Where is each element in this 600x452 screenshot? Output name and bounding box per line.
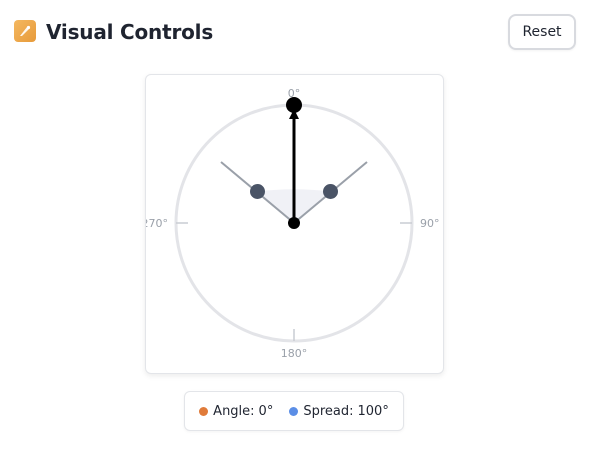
label-180-deg: 180° bbox=[281, 347, 308, 360]
label-90-deg: 90° bbox=[420, 217, 440, 230]
header: Visual Controls Reset bbox=[14, 14, 576, 50]
legend: Angle: 0° Spread: 100° bbox=[184, 391, 404, 431]
angle-label: Angle: bbox=[213, 403, 255, 419]
angle-dot bbox=[199, 406, 209, 416]
spread-value: 100° bbox=[357, 403, 389, 419]
spread-legend-item: Spread: 100° bbox=[289, 404, 389, 419]
reset-button[interactable]: Reset bbox=[508, 14, 576, 50]
visual-controls-page: Visual Controls Reset 0° 90° 180° 270° bbox=[0, 0, 600, 452]
dial-svg: 0° 90° 180° 270° bbox=[146, 87, 440, 360]
angle-value: 0° bbox=[258, 403, 274, 419]
spread-handle-right[interactable] bbox=[323, 184, 338, 199]
center-pivot bbox=[288, 217, 300, 229]
page-title: Visual Controls bbox=[46, 20, 214, 44]
spread-label: Spread: bbox=[303, 403, 354, 419]
label-270-deg: 270° bbox=[146, 217, 168, 230]
angle-handle[interactable] bbox=[286, 97, 302, 113]
spread-handle-left[interactable] bbox=[250, 184, 265, 199]
angle-legend-item: Angle: 0° bbox=[199, 404, 273, 419]
spread-dot bbox=[289, 406, 299, 416]
dial-card: 0° 90° 180° 270° bbox=[145, 74, 444, 374]
paint-palette-icon bbox=[14, 20, 36, 42]
